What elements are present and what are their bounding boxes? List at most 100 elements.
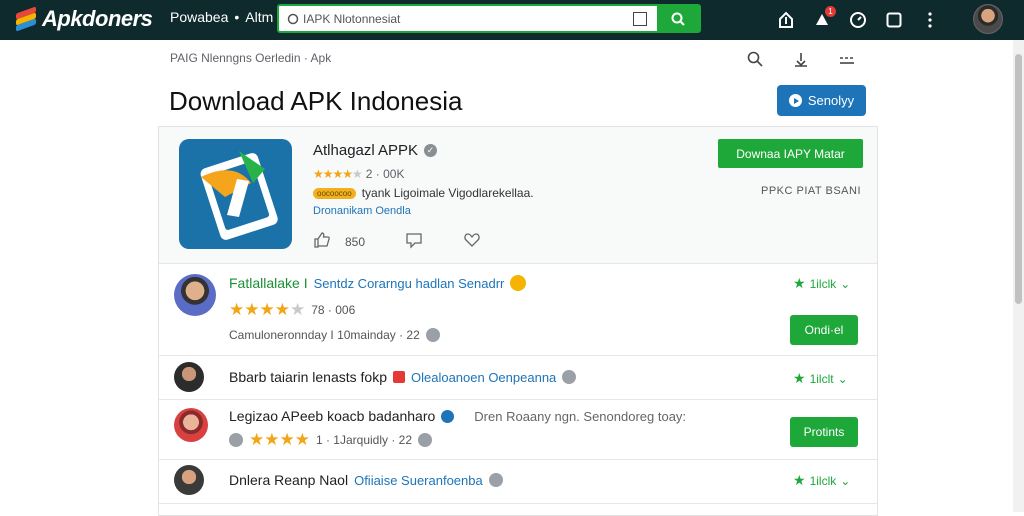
nav-separator: • — [234, 9, 240, 25]
smile-icon — [510, 275, 527, 291]
nav-link-primary[interactable]: Powabea — [170, 9, 228, 25]
list-item-link[interactable]: Olealoanoen Oenpeanna — [411, 370, 556, 385]
window-icon[interactable] — [876, 8, 912, 32]
top-icons: 1 — [768, 6, 948, 32]
list-item-title[interactable]: Legizao APeeb koacb badanharo Dren Roaan… — [229, 408, 686, 424]
list-item-name: Legizao APeeb koacb badanharo — [229, 408, 436, 424]
like-toggle[interactable]: ★ 1ilclt ⌄ — [793, 370, 848, 387]
list-item-rating: ★★★★★ 78 · 006 — [229, 300, 355, 320]
app-icon[interactable] — [179, 139, 292, 249]
logo-text: Apkdoners — [42, 6, 153, 31]
info-icon — [562, 370, 577, 384]
list-item-link[interactable]: Sentdz Corarngu hadlan Senadrr — [314, 276, 505, 291]
like-toggle[interactable]: ★ 1ilclk ⌄ — [793, 275, 850, 292]
upload-icon[interactable] — [768, 8, 804, 32]
meta-text: 1 · 1Jarquidly · 22 — [315, 433, 413, 447]
search-input[interactable] — [303, 11, 633, 26]
star-rating-icon: ★★★★ — [249, 430, 310, 449]
subscribe-button[interactable]: Senolyy — [777, 85, 866, 116]
avatar[interactable] — [174, 408, 208, 442]
download-button[interactable]: Downaa IAPY Matar — [718, 139, 863, 168]
like-count: 1ilclt — [809, 371, 834, 386]
list-item-button[interactable]: Ondi·el — [790, 315, 858, 345]
verified-icon: ✓ — [424, 144, 438, 157]
list-item-name: Fatlallalake I — [229, 275, 308, 291]
list-item: Fatlallalake I Sentdz Corarngu hadlan Se… — [159, 264, 877, 356]
chevron-down-icon: ⌄ — [840, 276, 851, 291]
star-icon: ★ — [793, 472, 806, 488]
rating-count: 78 · 006 — [311, 303, 356, 317]
like-count: 1ilclk — [809, 276, 837, 291]
tag-text: tyank Ligoimale Vigodlarekellaa. — [361, 186, 534, 200]
site-logo[interactable]: Apkdoners — [16, 6, 153, 32]
scrollbar-thumb[interactable] — [1015, 54, 1022, 304]
logo-mark-icon — [16, 6, 38, 32]
search-icon[interactable] — [742, 49, 768, 69]
star-rating-icon: ★★★★★ — [229, 300, 306, 319]
search-clear-icon[interactable] — [633, 11, 647, 26]
header-icons — [742, 49, 860, 69]
list-item: Dnlera Reanp Naol Ofiiaise Sueranfoenba … — [159, 460, 877, 504]
info-icon — [488, 473, 503, 487]
user-avatar[interactable] — [973, 4, 1003, 34]
flag-icon — [392, 371, 405, 383]
gauge-icon[interactable] — [840, 8, 876, 32]
featured-app: Atlhagazl APPK ✓ ★★★★★ 2 · 00K oocoocoo … — [159, 127, 877, 264]
info-icon — [229, 433, 243, 447]
avatar[interactable] — [174, 465, 204, 495]
search-box — [277, 4, 701, 33]
notifications-icon[interactable]: 1 — [804, 6, 840, 32]
play-icon — [788, 94, 802, 107]
search-icon — [671, 12, 685, 26]
list-item-button[interactable]: Protints — [790, 417, 858, 447]
meta-text: Camuloneronnday I 10mainday · 22 — [229, 328, 420, 342]
share-icon[interactable] — [788, 49, 814, 69]
list-item-rating: ★★★★ 1 · 1Jarquidly · 22 — [229, 430, 433, 450]
verified-icon — [441, 409, 455, 423]
search-button[interactable] — [657, 6, 699, 31]
list-item: Legizao APeeb koacb badanharo Dren Roaan… — [159, 400, 877, 460]
heart-icon[interactable] — [463, 231, 481, 252]
star-icon: ★ — [793, 275, 806, 291]
rating-count: 2 · 00K — [365, 167, 405, 181]
like-count: 850 — [345, 234, 366, 249]
top-bar: Apkdoners Powabea • Altm 1 — [0, 0, 1024, 40]
star-rating-icon: ★★★★★ — [313, 167, 363, 181]
top-nav: Powabea • Altm — [170, 9, 273, 25]
list-item-name: Bbarb taiarin lenasts fokp — [229, 369, 387, 385]
avatar[interactable] — [174, 362, 204, 392]
thumbs-up-icon[interactable] — [313, 231, 331, 252]
star-icon: ★ — [793, 370, 806, 386]
search-prefix-icon — [283, 13, 303, 25]
list-item-name: Dnlera Reanp Naol — [229, 472, 349, 488]
app-list-card: Atlhagazl APPK ✓ ★★★★★ 2 · 00K oocoocoo … — [158, 126, 878, 516]
rating-row: ★★★★★ 2 · 00K — [313, 167, 405, 181]
list-item-title[interactable]: Bbarb taiarin lenasts fokp Olealoanoen O… — [229, 369, 577, 385]
app-name[interactable]: Atlhagazl APPK ✓ — [313, 142, 438, 159]
list-item-link[interactable]: Ofiiaise Sueranfoenba — [354, 473, 483, 488]
avatar[interactable] — [174, 274, 216, 316]
list-item-title[interactable]: Dnlera Reanp Naol Ofiiaise Sueranfoenba — [229, 472, 503, 488]
like-toggle[interactable]: ★ 1ilclk ⌄ — [793, 472, 850, 489]
breadcrumb[interactable]: PAIG Nlenngns Oerledin · Apk — [170, 51, 331, 65]
list-item-title[interactable]: Fatlallalake I Sentdz Corarngu hadlan Se… — [229, 275, 527, 291]
info-icon — [418, 433, 433, 447]
comment-icon[interactable] — [405, 231, 423, 252]
page-scrollbar[interactable] — [1013, 40, 1024, 512]
tag-row: oocoocoo tyank Ligoimale Vigodlarekellaa… — [313, 186, 534, 200]
notification-badge: 1 — [825, 6, 836, 17]
info-icon — [425, 328, 440, 342]
list-item: Bbarb taiarin lenasts fokp Olealoanoen O… — [159, 356, 877, 400]
menu-lines-icon[interactable] — [834, 49, 860, 69]
more-menu-icon[interactable] — [912, 8, 948, 32]
page-title: Download APK Indonesia — [169, 86, 463, 116]
chevron-down-icon: ⌄ — [840, 473, 851, 488]
subscribe-label: Senolyy — [807, 93, 855, 108]
app-actions: 850 — [313, 231, 481, 252]
chevron-down-icon: ⌄ — [837, 371, 848, 386]
app-name-label: Atlhagazl APPK — [313, 142, 419, 159]
nav-link-secondary[interactable]: Altm — [245, 9, 273, 25]
tag-badge: oocoocoo — [313, 187, 356, 199]
developer-link[interactable]: Dronanikam Oendla — [313, 205, 411, 217]
list-item-meta: Camuloneronnday I 10mainday · 22 — [229, 328, 440, 342]
